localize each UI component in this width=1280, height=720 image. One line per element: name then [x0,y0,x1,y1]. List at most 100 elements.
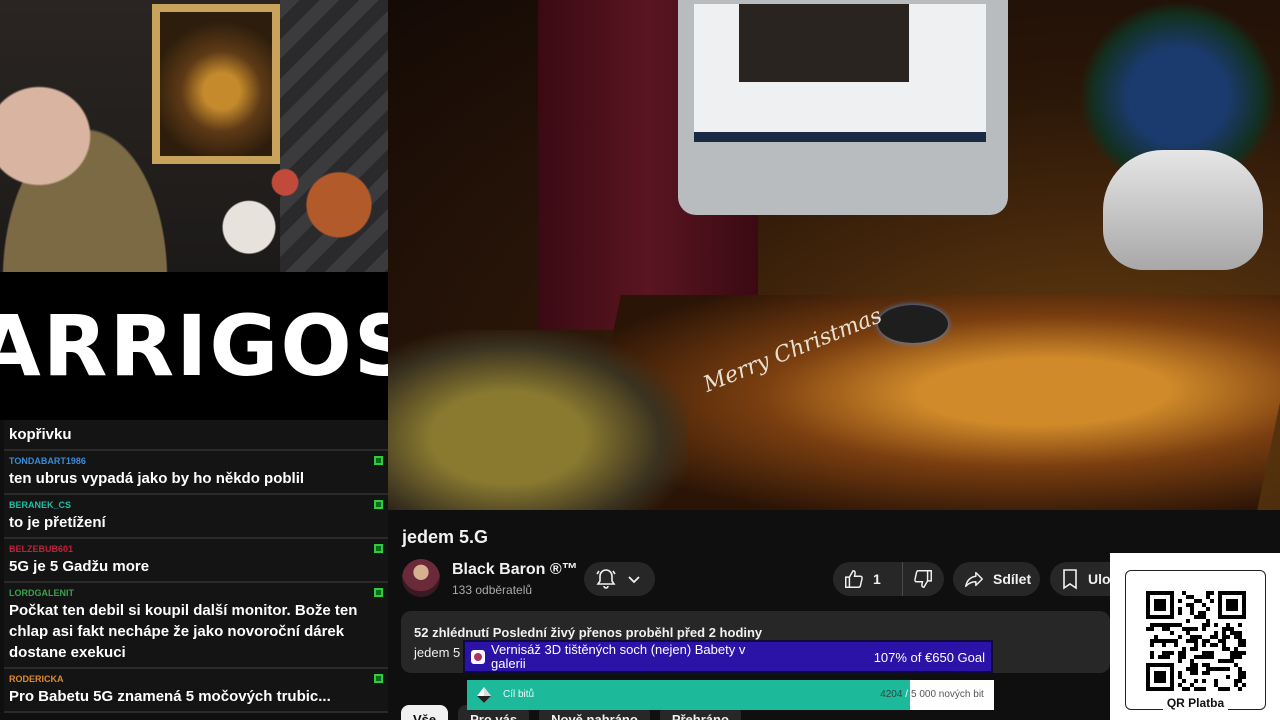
video-title: jedem 5.G [402,527,489,547]
qr-module [1150,627,1154,631]
qr-module [1222,631,1226,635]
chevron-down-icon [626,571,642,587]
qr-module [1238,675,1242,679]
qr-module [1182,687,1186,691]
qr-module [1226,623,1230,627]
share-icon [963,568,985,590]
qr-module [1178,675,1182,679]
sub-badge-icon [374,456,383,465]
qr-module [1242,639,1246,643]
like-dislike-group: 1 [833,562,944,596]
qr-module [1178,635,1182,639]
sub-badge-icon [374,674,383,683]
qr-module [1182,627,1186,631]
bits-goal-target: 5 000 nových bit [911,689,984,700]
streamer [0,70,200,272]
qr-module [1214,631,1218,635]
qr-module [1242,643,1246,647]
qr-module [1206,651,1210,655]
qr-module [1186,619,1190,623]
qr-module [1218,687,1222,691]
qr-module [1150,643,1154,647]
qr-code [1146,591,1246,691]
qr-module [1222,643,1226,647]
qr-module [1238,643,1242,647]
qr-module [1150,623,1154,627]
cables [388,330,688,510]
goal-title: Vernisáž 3D tištěných soch (nejen) Babet… [491,642,746,671]
qr-module [1238,687,1242,691]
qr-module [1166,651,1170,655]
qr-module [1238,623,1242,627]
qr-module [1162,651,1166,655]
qr-module [1174,623,1178,627]
chat-username: LORDGALENIT [9,588,74,598]
qr-module [1230,651,1234,655]
chat-text: Pro Babetu 5G znamená 5 močových trubic.… [9,688,331,705]
chat-message: BERANEK_CS to je přetížení [4,495,388,539]
filter-chip[interactable]: Vše [401,705,449,720]
qr-module [1230,631,1234,635]
qr-module [1242,683,1246,687]
qr-module [1202,643,1206,647]
qr-module [1154,623,1158,627]
qr-module [1190,595,1194,599]
qr-module [1166,655,1170,659]
qr-module [1226,599,1238,611]
qr-module [1202,627,1206,631]
qr-module [1222,627,1226,631]
qr-module [1178,623,1182,627]
qr-module [1178,683,1182,687]
donation-goal-bar: Vernisáž 3D tištěných soch (nejen) Babet… [463,640,993,673]
qr-module [1202,639,1206,643]
qr-module [1194,667,1198,671]
bits-gem-icon [477,687,491,703]
bits-goal-bar: Cíl bitů 4204 / 5 000 nových bit [467,680,994,710]
qr-module [1186,631,1190,635]
qr-module [1242,651,1246,655]
like-button[interactable]: 1 [833,562,903,596]
chat-username: TONDABART1986 [9,456,86,466]
qr-module [1238,651,1242,655]
bits-current: 4204 [880,689,903,700]
qr-module [1202,687,1206,691]
view-stats: 52 zhlédnutí Poslední živý přenos proběh… [414,625,763,640]
qr-label-text: QR Platba [1162,696,1229,710]
qr-module [1202,611,1206,615]
qr-module [1194,671,1198,675]
qr-module [1182,591,1186,595]
qr-module [1190,627,1194,631]
qr-module [1178,671,1182,675]
video-player[interactable]: Merry Christmas [388,0,1280,510]
sub-badge-icon [374,588,383,597]
channel-name[interactable]: Black Baron ®™ [452,561,578,579]
qr-module [1166,623,1170,627]
notification-button[interactable] [584,562,655,596]
qr-module [1242,675,1246,679]
qr-payment-panel: QR Platba [1110,553,1280,720]
qr-module [1222,659,1226,663]
qr-module [1210,591,1214,595]
qr-module [1186,595,1190,599]
qr-module [1198,655,1202,659]
qr-module [1150,655,1154,659]
desk-items [195,160,375,272]
qr-module [1242,671,1246,675]
qr-module [1178,611,1182,615]
qr-module [1222,635,1226,639]
qr-module [1190,667,1194,671]
share-button[interactable]: Sdílet [953,562,1040,596]
qr-module [1170,651,1174,655]
goal-percent: 107% of €650 Goal [873,650,985,665]
dislike-button[interactable] [903,562,943,596]
qr-module [1214,623,1218,627]
chat-message: LORDGALENIT Počkat ten debil si koupil da… [4,583,388,669]
channel-avatar[interactable] [402,559,440,597]
qr-module [1174,643,1178,647]
christmas-tree [1078,0,1278,175]
qr-module [1210,667,1214,671]
qr-module [1226,675,1230,679]
qr-module [1154,635,1158,639]
qr-module [1194,639,1198,643]
qr-module [1182,679,1186,683]
